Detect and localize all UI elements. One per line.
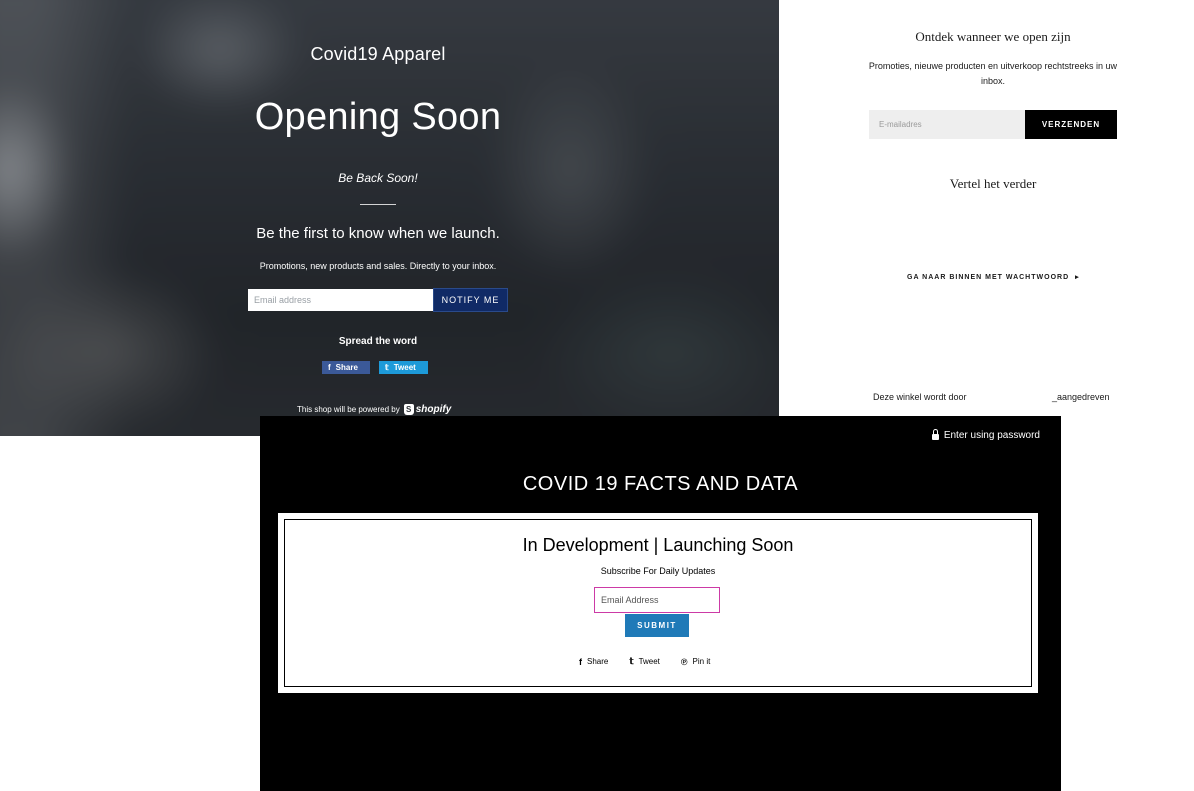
powered-by-suffix: _aangedreven	[1052, 392, 1110, 402]
submit-button[interactable]: SUBMIT	[625, 614, 689, 637]
email-input[interactable]: E-mailadres	[869, 110, 1025, 139]
shopify-wordmark: shopify	[415, 404, 452, 415]
share-label: Share	[587, 657, 609, 666]
facebook-icon: f	[579, 656, 582, 667]
password-link-label: GA NAAR BINNEN MET WACHTWOORD	[907, 273, 1070, 281]
newsletter-text: Promotions, new products and sales. Dire…	[259, 261, 497, 271]
newsletter-form: E-mailadres VERZENDEN	[869, 110, 1117, 139]
notify-me-button[interactable]: NOTIFY ME	[433, 288, 508, 312]
newsletter-form: Email address NOTIFY ME	[248, 288, 508, 312]
tweet-label: Tweet	[393, 363, 416, 372]
email-input[interactable]: Email address	[248, 289, 433, 311]
card-subheading: Subscribe For Daily Updates	[600, 566, 716, 576]
page-title: Opening Soon	[254, 96, 502, 138]
shopify-bag-icon: S	[403, 404, 414, 415]
newsletter-heading: Ontdek wanneer we open zijn	[915, 29, 1071, 44]
lock-icon	[931, 429, 939, 440]
twitter-icon: 𝕥	[385, 363, 389, 372]
powered-by: This shop will be powered by S shopify	[297, 404, 451, 415]
social-share-buttons: f Share 𝕥 Tweet	[322, 361, 428, 374]
tweet-link[interactable]: 𝕥 Tweet	[629, 656, 660, 667]
card-heading: In Development | Launching Soon	[522, 535, 794, 555]
shopify-logo[interactable]: S shopify	[403, 404, 452, 415]
tweet-button[interactable]: 𝕥 Tweet	[379, 361, 428, 374]
share-heading: Vertel het verder	[949, 176, 1037, 191]
tweet-label: Tweet	[638, 657, 660, 666]
facebook-share-button[interactable]: f Share	[322, 361, 370, 374]
pinterest-icon: ℗	[680, 656, 688, 667]
powered-by-prefix: Deze winkel wordt door	[873, 392, 967, 402]
pin-it-label: Pin it	[692, 657, 711, 666]
facebook-share-label: Share	[335, 363, 358, 372]
hero-content: Covid19 Apparel Opening Soon Be Back Soo…	[0, 0, 756, 436]
submit-button[interactable]: VERZENDEN	[1025, 110, 1117, 139]
apparel-opening-soon-page: Covid19 Apparel Opening Soon Be Back Soo…	[0, 0, 779, 436]
signup-card: In Development | Launching Soon Subscrib…	[278, 513, 1038, 693]
powered-by-text: This shop will be powered by	[297, 405, 400, 414]
shop-name: Covid19 Apparel	[310, 44, 446, 64]
divider	[360, 204, 396, 205]
newsletter-text: Promoties, nieuwe producten en uitverkoo…	[868, 61, 1118, 86]
share-links: f Share 𝕥 Tweet ℗ Pin it	[579, 656, 710, 667]
facebook-share-link[interactable]: f Share	[579, 656, 608, 667]
enter-password-label: Enter using password	[943, 430, 1040, 441]
caret-right-icon: ▸	[1075, 274, 1080, 281]
dutch-password-page: Ontdek wanneer we open zijn Promoties, n…	[779, 0, 1194, 436]
spread-the-word-heading: Spread the word	[338, 336, 418, 347]
enter-password-link[interactable]: Enter using password	[931, 429, 1040, 441]
page-title: COVID 19 FACTS AND DATA	[522, 473, 799, 495]
page-subtitle: Be Back Soon!	[338, 171, 418, 185]
email-input[interactable]: Email Address	[594, 587, 720, 613]
screenshot-collage: Covid19 Apparel Opening Soon Be Back Soo…	[0, 0, 1194, 791]
twitter-icon: 𝕥	[629, 656, 634, 666]
pin-it-link[interactable]: ℗ Pin it	[681, 656, 710, 667]
lead-text: Be the first to know when we launch.	[256, 225, 500, 242]
covid-facts-page: Enter using password COVID 19 FACTS AND …	[260, 416, 1061, 791]
password-link[interactable]: GA NAAR BINNEN MET WACHTWOORD ▸	[907, 273, 1080, 282]
signup-card-frame: In Development | Launching Soon Subscrib…	[284, 519, 1032, 687]
facebook-icon: f	[328, 363, 331, 372]
